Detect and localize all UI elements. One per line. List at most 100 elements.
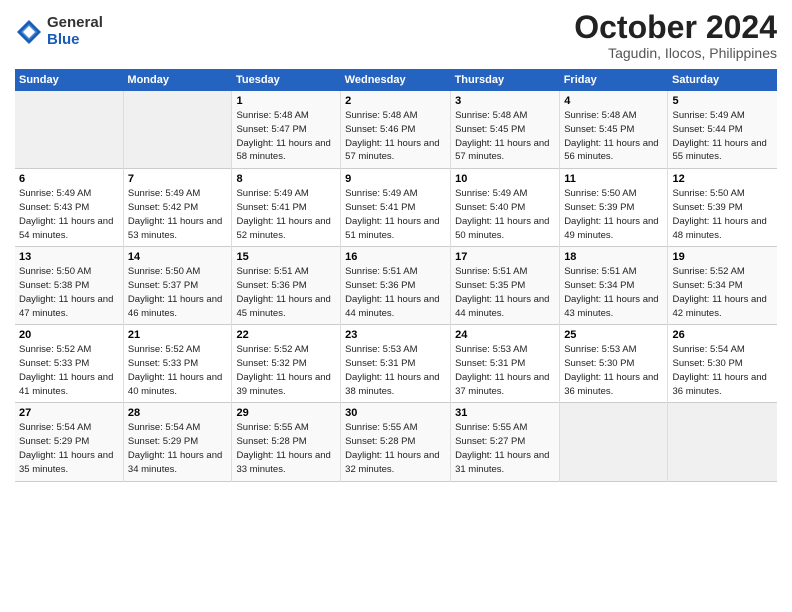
- day-info: Sunrise: 5:52 AM Sunset: 5:33 PM Dayligh…: [19, 344, 113, 396]
- day-number: 3: [455, 95, 555, 107]
- cell-w2-d5: 18Sunrise: 5:51 AM Sunset: 5:34 PM Dayli…: [560, 247, 668, 325]
- day-number: 8: [236, 173, 336, 185]
- week-row-1: 1Sunrise: 5:48 AM Sunset: 5:47 PM Daylig…: [15, 91, 777, 169]
- logo-general: General: [47, 15, 103, 32]
- day-info: Sunrise: 5:52 AM Sunset: 5:33 PM Dayligh…: [128, 344, 222, 396]
- day-info: Sunrise: 5:55 AM Sunset: 5:28 PM Dayligh…: [345, 422, 439, 474]
- day-info: Sunrise: 5:54 AM Sunset: 5:30 PM Dayligh…: [672, 344, 766, 396]
- day-number: 4: [564, 95, 663, 107]
- page-header: General Blue October 2024 Tagudin, Iloco…: [15, 10, 777, 61]
- col-header-thursday: Thursday: [451, 69, 560, 91]
- day-number: 5: [672, 95, 773, 107]
- day-info: Sunrise: 5:54 AM Sunset: 5:29 PM Dayligh…: [19, 422, 113, 474]
- cell-w3-d2: 22 Sunrise: 5:52 AM Sunset: 5:32 PM Dayli…: [232, 325, 341, 403]
- day-number: 16: [345, 251, 446, 263]
- cell-w1-d6: 12Sunrise: 5:50 AM Sunset: 5:39 PM Dayli…: [668, 169, 777, 247]
- day-number: 17: [455, 251, 555, 263]
- cell-w2-d6: 19 Sunrise: 5:52 AM Sunset: 5:34 PM Dayli…: [668, 247, 777, 325]
- day-number: 11: [564, 173, 663, 185]
- day-info: Sunrise: 5:51 AM Sunset: 5:34 PM Dayligh…: [564, 266, 658, 318]
- day-number: 29: [236, 407, 336, 419]
- day-info: Sunrise: 5:49 AM Sunset: 5:40 PM Dayligh…: [455, 188, 549, 240]
- cell-w0-d4: 3 Sunrise: 5:48 AM Sunset: 5:45 PM Daylig…: [451, 91, 560, 169]
- day-info: Sunrise: 5:53 AM Sunset: 5:30 PM Dayligh…: [564, 344, 658, 396]
- cell-w2-d1: 14 Sunrise: 5:50 AM Sunset: 5:37 PM Dayli…: [123, 247, 232, 325]
- cell-w4-d6: [668, 403, 777, 481]
- col-header-tuesday: Tuesday: [232, 69, 341, 91]
- logo-text: General Blue: [47, 15, 103, 48]
- day-info: Sunrise: 5:50 AM Sunset: 5:37 PM Dayligh…: [128, 266, 222, 318]
- day-info: Sunrise: 5:51 AM Sunset: 5:36 PM Dayligh…: [345, 266, 439, 318]
- day-info: Sunrise: 5:49 AM Sunset: 5:43 PM Dayligh…: [19, 188, 113, 240]
- cell-w2-d3: 16 Sunrise: 5:51 AM Sunset: 5:36 PM Dayli…: [341, 247, 451, 325]
- cell-w4-d0: 27 Sunrise: 5:54 AM Sunset: 5:29 PM Dayli…: [15, 403, 123, 481]
- cell-w4-d4: 31Sunrise: 5:55 AM Sunset: 5:27 PM Dayli…: [451, 403, 560, 481]
- day-number: 24: [455, 329, 555, 341]
- day-number: 25: [564, 329, 663, 341]
- cell-w4-d3: 30 Sunrise: 5:55 AM Sunset: 5:28 PM Dayli…: [341, 403, 451, 481]
- cell-w0-d2: 1Sunrise: 5:48 AM Sunset: 5:47 PM Daylig…: [232, 91, 341, 169]
- day-info: Sunrise: 5:50 AM Sunset: 5:38 PM Dayligh…: [19, 266, 113, 318]
- day-info: Sunrise: 5:55 AM Sunset: 5:28 PM Dayligh…: [236, 422, 330, 474]
- cell-w3-d1: 21Sunrise: 5:52 AM Sunset: 5:33 PM Dayli…: [123, 325, 232, 403]
- day-number: 28: [128, 407, 228, 419]
- day-info: Sunrise: 5:55 AM Sunset: 5:27 PM Dayligh…: [455, 422, 549, 474]
- day-number: 26: [672, 329, 773, 341]
- logo-blue: Blue: [47, 32, 103, 49]
- day-info: Sunrise: 5:48 AM Sunset: 5:47 PM Dayligh…: [236, 110, 330, 162]
- day-info: Sunrise: 5:49 AM Sunset: 5:42 PM Dayligh…: [128, 188, 222, 240]
- day-number: 12: [672, 173, 773, 185]
- week-row-2: 6 Sunrise: 5:49 AM Sunset: 5:43 PM Daylig…: [15, 169, 777, 247]
- cell-w2-d0: 13 Sunrise: 5:50 AM Sunset: 5:38 PM Dayli…: [15, 247, 123, 325]
- day-number: 10: [455, 173, 555, 185]
- day-number: 13: [19, 251, 119, 263]
- day-number: 27: [19, 407, 119, 419]
- page-container: General Blue October 2024 Tagudin, Iloco…: [0, 0, 792, 492]
- day-number: 20: [19, 329, 119, 341]
- day-info: Sunrise: 5:48 AM Sunset: 5:45 PM Dayligh…: [564, 110, 658, 162]
- col-header-monday: Monday: [123, 69, 232, 91]
- cell-w4-d2: 29 Sunrise: 5:55 AM Sunset: 5:28 PM Dayli…: [232, 403, 341, 481]
- title-block: October 2024 Tagudin, Ilocos, Philippine…: [574, 10, 777, 61]
- day-info: Sunrise: 5:48 AM Sunset: 5:46 PM Dayligh…: [345, 110, 439, 162]
- day-number: 30: [345, 407, 446, 419]
- cell-w3-d4: 24 Sunrise: 5:53 AM Sunset: 5:31 PM Dayli…: [451, 325, 560, 403]
- day-number: 6: [19, 173, 119, 185]
- location-title: Tagudin, Ilocos, Philippines: [574, 45, 777, 61]
- calendar-header-row: SundayMondayTuesdayWednesdayThursdayFrid…: [15, 69, 777, 91]
- col-header-saturday: Saturday: [668, 69, 777, 91]
- day-info: Sunrise: 5:49 AM Sunset: 5:41 PM Dayligh…: [345, 188, 439, 240]
- cell-w0-d0: [15, 91, 123, 169]
- day-number: 2: [345, 95, 446, 107]
- cell-w4-d5: [560, 403, 668, 481]
- day-info: Sunrise: 5:48 AM Sunset: 5:45 PM Dayligh…: [455, 110, 549, 162]
- day-info: Sunrise: 5:54 AM Sunset: 5:29 PM Dayligh…: [128, 422, 222, 474]
- day-info: Sunrise: 5:49 AM Sunset: 5:41 PM Dayligh…: [236, 188, 330, 240]
- week-row-4: 20 Sunrise: 5:52 AM Sunset: 5:33 PM Dayli…: [15, 325, 777, 403]
- cell-w3-d5: 25 Sunrise: 5:53 AM Sunset: 5:30 PM Dayli…: [560, 325, 668, 403]
- day-info: Sunrise: 5:51 AM Sunset: 5:36 PM Dayligh…: [236, 266, 330, 318]
- day-number: 15: [236, 251, 336, 263]
- cell-w1-d2: 8 Sunrise: 5:49 AM Sunset: 5:41 PM Daylig…: [232, 169, 341, 247]
- col-header-friday: Friday: [560, 69, 668, 91]
- cell-w1-d3: 9Sunrise: 5:49 AM Sunset: 5:41 PM Daylig…: [341, 169, 451, 247]
- cell-w0-d5: 4 Sunrise: 5:48 AM Sunset: 5:45 PM Daylig…: [560, 91, 668, 169]
- day-info: Sunrise: 5:53 AM Sunset: 5:31 PM Dayligh…: [345, 344, 439, 396]
- day-info: Sunrise: 5:50 AM Sunset: 5:39 PM Dayligh…: [564, 188, 658, 240]
- day-number: 22: [236, 329, 336, 341]
- col-header-sunday: Sunday: [15, 69, 123, 91]
- cell-w3-d6: 26 Sunrise: 5:54 AM Sunset: 5:30 PM Dayli…: [668, 325, 777, 403]
- cell-w0-d6: 5Sunrise: 5:49 AM Sunset: 5:44 PM Daylig…: [668, 91, 777, 169]
- day-info: Sunrise: 5:52 AM Sunset: 5:32 PM Dayligh…: [236, 344, 330, 396]
- calendar-table: SundayMondayTuesdayWednesdayThursdayFrid…: [15, 69, 777, 481]
- cell-w3-d0: 20 Sunrise: 5:52 AM Sunset: 5:33 PM Dayli…: [15, 325, 123, 403]
- week-row-3: 13 Sunrise: 5:50 AM Sunset: 5:38 PM Dayli…: [15, 247, 777, 325]
- cell-w1-d0: 6 Sunrise: 5:49 AM Sunset: 5:43 PM Daylig…: [15, 169, 123, 247]
- cell-w4-d1: 28 Sunrise: 5:54 AM Sunset: 5:29 PM Dayli…: [123, 403, 232, 481]
- day-info: Sunrise: 5:53 AM Sunset: 5:31 PM Dayligh…: [455, 344, 549, 396]
- day-info: Sunrise: 5:52 AM Sunset: 5:34 PM Dayligh…: [672, 266, 766, 318]
- day-number: 14: [128, 251, 228, 263]
- day-number: 19: [672, 251, 773, 263]
- cell-w1-d1: 7Sunrise: 5:49 AM Sunset: 5:42 PM Daylig…: [123, 169, 232, 247]
- col-header-wednesday: Wednesday: [341, 69, 451, 91]
